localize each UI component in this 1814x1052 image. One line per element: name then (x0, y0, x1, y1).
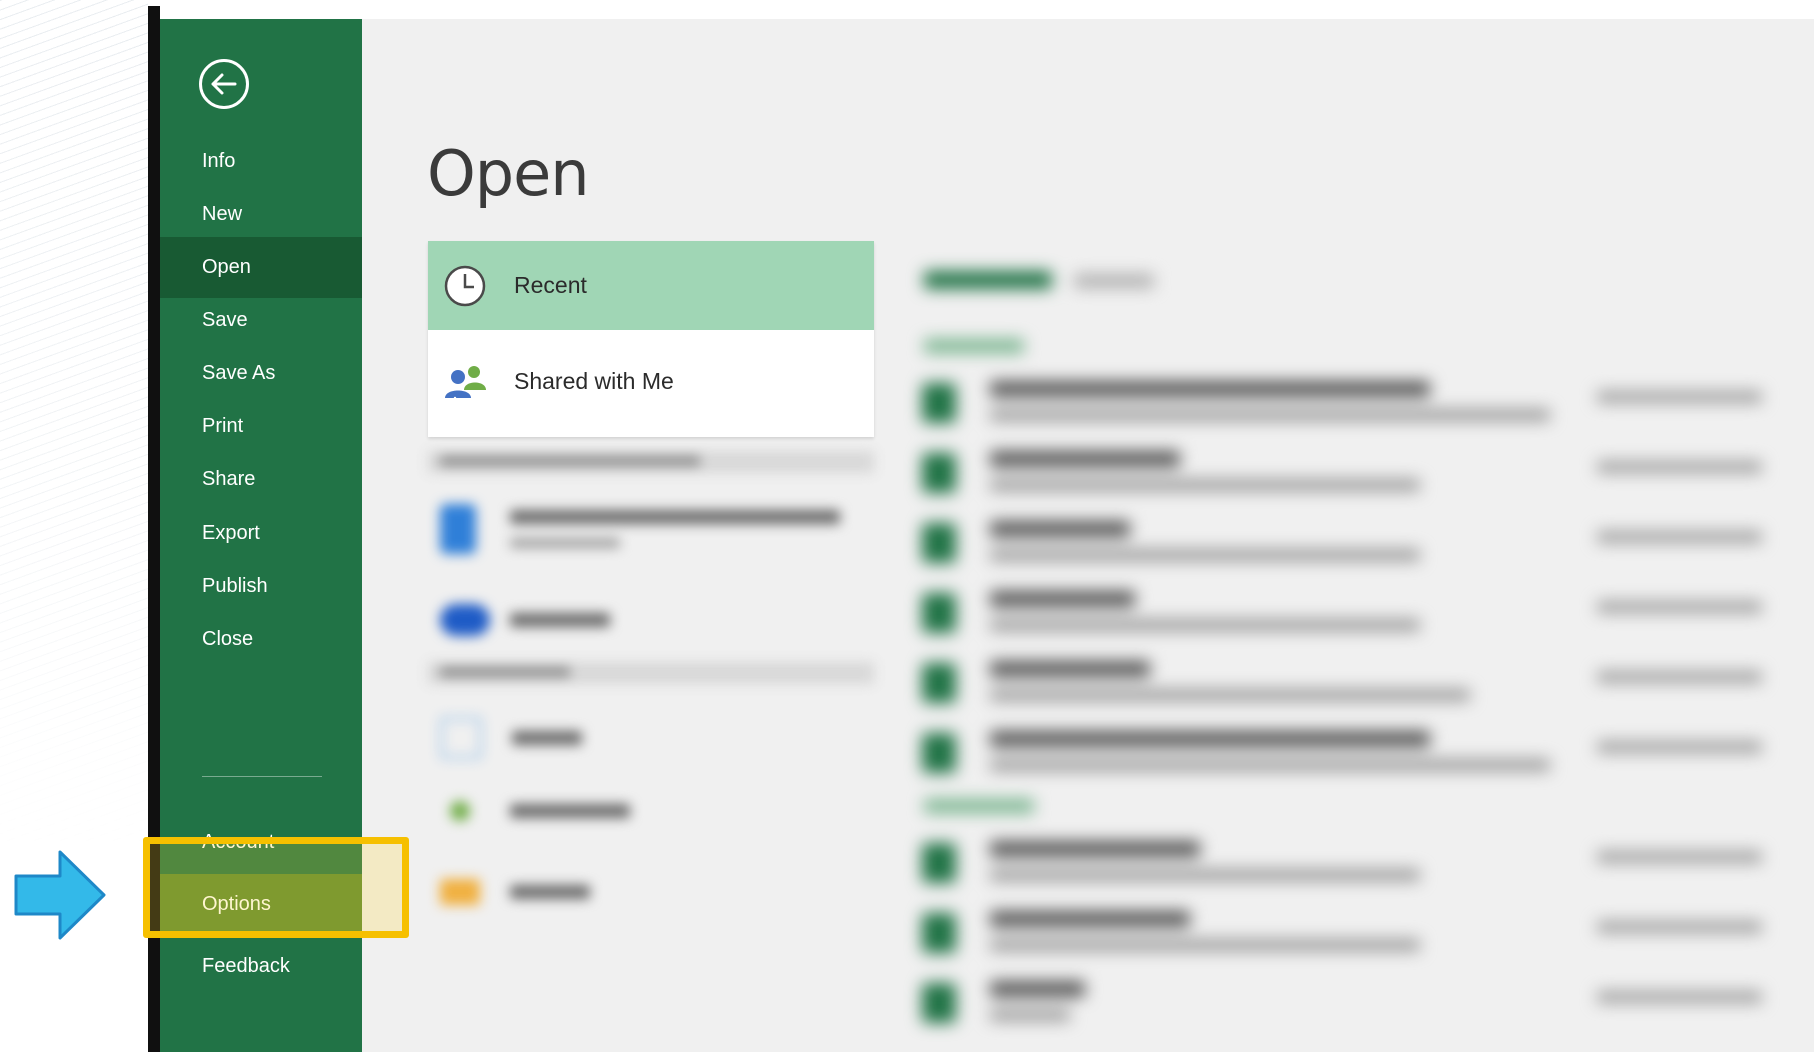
nav-info[interactable]: Info (160, 131, 362, 192)
nav-save[interactable]: Save (160, 290, 362, 351)
nav-print[interactable]: Print (160, 396, 362, 457)
back-arrow-icon (211, 73, 237, 95)
people-icon (440, 357, 490, 407)
blurred-location-4 (440, 801, 630, 821)
location-shared-with-me[interactable]: Shared with Me (428, 337, 874, 426)
nav-divider (202, 776, 322, 777)
blurred-section-header (428, 451, 874, 473)
open-locations-panel: Recent Shared with Me (428, 241, 874, 437)
location-recent[interactable]: Recent (428, 241, 874, 330)
nav-close[interactable]: Close (160, 609, 362, 670)
blurred-location-5 (440, 879, 590, 905)
backstage-main: Open Recent Shared with Me (362, 19, 1814, 1052)
blurred-location-3 (440, 717, 582, 759)
blurred-section-header-2 (428, 662, 874, 684)
options-highlight-box (143, 837, 409, 938)
page-title: Open (427, 137, 590, 210)
pointer-arrow-icon (14, 850, 106, 940)
back-button[interactable] (199, 59, 249, 109)
nav-new[interactable]: New (160, 184, 362, 245)
nav-feedback[interactable]: Feedback (160, 936, 362, 997)
blurred-location-2 (440, 604, 610, 636)
nav-export[interactable]: Export (160, 503, 362, 564)
nav-save-as[interactable]: Save As (160, 343, 362, 404)
nav-share[interactable]: Share (160, 449, 362, 510)
location-shared-label: Shared with Me (514, 368, 674, 394)
title-bar (362, 6, 1814, 19)
clock-icon (440, 261, 490, 311)
blurred-location-1 (440, 504, 840, 554)
location-recent-label: Recent (514, 272, 587, 298)
nav-publish[interactable]: Publish (160, 556, 362, 617)
nav-open[interactable]: Open (160, 237, 362, 298)
